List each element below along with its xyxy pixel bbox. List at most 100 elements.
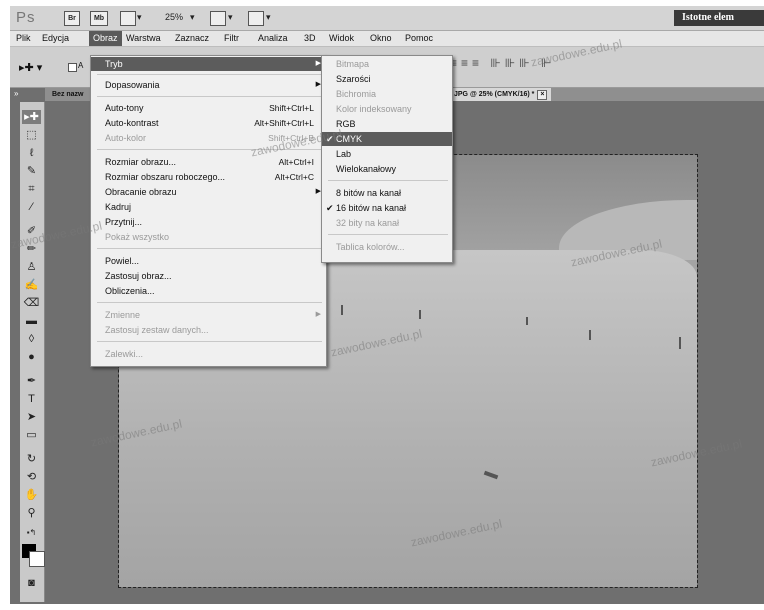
menu-item-przytnij[interactable]: Przytnij... bbox=[91, 215, 326, 229]
menu-warstwa[interactable]: Warstwa bbox=[126, 31, 161, 46]
menu-separator bbox=[97, 248, 322, 249]
menu-pomoc[interactable]: Pomoc bbox=[405, 31, 433, 46]
submenu-arrow-icon: ▶ bbox=[315, 311, 321, 318]
arrange-chevron-icon[interactable]: ▾ bbox=[228, 12, 233, 23]
menu-separator bbox=[97, 341, 322, 342]
document-tab-untitled[interactable]: Bez nazw bbox=[52, 88, 84, 101]
menu-okno[interactable]: Okno bbox=[370, 31, 392, 46]
menu-item-pokaz-wszystko: Pokaż wszystko bbox=[105, 232, 170, 242]
menu-separator bbox=[97, 74, 322, 75]
tryb-submenu: Bitmapa Szarości Bichromia Kolor indekso… bbox=[321, 55, 453, 263]
menu-edycja[interactable]: Edycja bbox=[42, 31, 69, 46]
dodge-tool-icon[interactable]: ● bbox=[22, 350, 41, 364]
menu-item-dopasowania[interactable]: Dopasowania ▶ bbox=[91, 78, 326, 92]
gradient-tool-icon[interactable]: ▬ bbox=[22, 314, 41, 328]
quick-selection-tool-icon[interactable]: ✎ bbox=[22, 164, 41, 178]
document-tab-active[interactable]: JPG @ 25% (CMYK/16) * × bbox=[450, 88, 552, 101]
zoom-chevron-icon[interactable]: ▾ bbox=[190, 12, 195, 23]
menu-widok[interactable]: Widok bbox=[329, 31, 354, 46]
menu-3d[interactable]: 3D bbox=[304, 31, 316, 46]
close-tab-icon[interactable]: × bbox=[537, 90, 548, 100]
menu-item-auto-tony[interactable]: Auto-tony Shift+Ctrl+L bbox=[91, 101, 326, 115]
auto-select-label: A bbox=[78, 61, 84, 70]
menu-separator bbox=[97, 96, 322, 97]
menu-plik[interactable]: Plik bbox=[16, 31, 31, 46]
crop-tool-icon[interactable]: ⌗ bbox=[22, 182, 41, 196]
path-selection-tool-icon[interactable]: ➤ bbox=[22, 410, 41, 424]
mini-bridge-button[interactable]: Mb bbox=[90, 11, 108, 26]
3d-rotate-tool-icon[interactable]: ↻ bbox=[22, 452, 41, 466]
3d-orbit-tool-icon[interactable]: ⟲ bbox=[22, 470, 41, 484]
menu-item-zastosuj-zestaw-danych: Zastosuj zestaw danych... bbox=[105, 325, 209, 335]
screen-mode-chevron-icon[interactable]: ▾ bbox=[266, 12, 271, 23]
menu-item-powiel[interactable]: Powiel... bbox=[91, 254, 326, 268]
menu-item-rozmiar-obszaru-roboczego[interactable]: Rozmiar obszaru roboczego... Alt+Ctrl+C bbox=[91, 170, 326, 184]
collapse-panels-icon[interactable]: » bbox=[14, 89, 18, 98]
menu-separator bbox=[328, 234, 448, 235]
image-fence-post bbox=[419, 310, 421, 319]
hand-tool-icon[interactable]: ✋ bbox=[22, 488, 41, 502]
menu-bar: Plik Edycja Obraz Warstwa Zaznacz Filtr … bbox=[10, 31, 764, 47]
menu-obraz[interactable]: Obraz bbox=[89, 31, 122, 46]
blur-tool-icon[interactable]: ◊ bbox=[22, 332, 41, 346]
menu-item-rozmiar-obrazu[interactable]: Rozmiar obrazu... Alt+Ctrl+I bbox=[91, 155, 326, 169]
photoshop-window: Ps Br Mb ▾ 25% ▾ ▾ ▾ Istotne elem Plik E… bbox=[10, 6, 764, 604]
move-tool-preset-icon[interactable]: ▸✚ ▾ bbox=[19, 61, 42, 74]
depth-16-bit[interactable]: ✔ 16 bitów na kanał bbox=[322, 201, 452, 215]
zoom-tool-icon[interactable]: ⚲ bbox=[22, 506, 41, 520]
menu-item-tryb[interactable]: Tryb ▶ bbox=[91, 57, 326, 71]
image-fence-post bbox=[589, 330, 591, 340]
zoom-level[interactable]: 25% bbox=[165, 12, 183, 22]
menu-analiza[interactable]: Analiza bbox=[258, 31, 288, 46]
arrange-documents-button[interactable] bbox=[210, 11, 226, 26]
view-extras-chevron-icon[interactable]: ▾ bbox=[137, 12, 142, 23]
menu-zaznacz[interactable]: Zaznacz bbox=[175, 31, 209, 46]
obraz-menu: Tryb ▶ Dopasowania ▶ Auto-tony Shift+Ctrl+L… bbox=[90, 55, 327, 367]
screen-mode-button[interactable] bbox=[248, 11, 264, 26]
mode-bitmapa: Bitmapa bbox=[336, 59, 370, 69]
quick-mask-icon[interactable]: ◙ bbox=[22, 576, 41, 590]
default-colors-icon[interactable]: ▪↰ bbox=[22, 526, 41, 540]
type-tool-icon[interactable]: T bbox=[22, 392, 41, 406]
tools-panel: ▸✚ ⬚ ℓ ✎ ⌗ ⁄ ✐ ✏ ♙ ✍ ⌫ ▬ ◊ ● ✒ T ➤ ▭ ↻ ⟲… bbox=[20, 102, 45, 602]
menu-item-zmienne: Zmienne ▶ bbox=[105, 310, 321, 320]
application-bar: Ps Br Mb ▾ 25% ▾ ▾ ▾ Istotne elem bbox=[10, 6, 764, 31]
menu-item-obracanie-obrazu[interactable]: Obracanie obrazu ▶ bbox=[91, 185, 326, 199]
workspace-switcher[interactable]: Istotne elem bbox=[674, 10, 764, 26]
mode-kolor-indeksowany: Kolor indeksowany bbox=[336, 104, 412, 114]
image-fence-post bbox=[341, 305, 343, 315]
document-tab-title: JPG @ 25% (CMYK/16) * bbox=[454, 91, 535, 98]
rectangle-tool-icon[interactable]: ▭ bbox=[22, 428, 41, 442]
move-tool-icon[interactable]: ▸✚ bbox=[22, 110, 41, 124]
clone-stamp-tool-icon[interactable]: ♙ bbox=[22, 260, 41, 274]
mode-szarosci[interactable]: Szarości bbox=[322, 72, 452, 86]
mode-lab[interactable]: Lab bbox=[322, 147, 452, 161]
background-color-swatch[interactable] bbox=[29, 551, 45, 567]
pen-tool-icon[interactable]: ✒ bbox=[22, 374, 41, 388]
menu-item-auto-kontrast[interactable]: Auto-kontrast Alt+Shift+Ctrl+L bbox=[91, 116, 326, 130]
mode-tablica-kolorow: Tablica kolorów... bbox=[336, 242, 405, 252]
mode-bichromia: Bichromia bbox=[336, 89, 377, 99]
photoshop-logo: Ps bbox=[16, 9, 36, 26]
marquee-tool-icon[interactable]: ⬚ bbox=[22, 128, 41, 142]
history-brush-tool-icon[interactable]: ✍ bbox=[22, 278, 41, 292]
eraser-tool-icon[interactable]: ⌫ bbox=[22, 296, 41, 310]
menu-item-kadruj[interactable]: Kadruj bbox=[91, 200, 326, 214]
bridge-button[interactable]: Br bbox=[64, 11, 80, 26]
image-fence-post bbox=[679, 337, 681, 349]
image-person bbox=[526, 317, 528, 325]
mode-wielokanalowy[interactable]: Wielokanałowy bbox=[322, 162, 452, 176]
depth-32-bit: 32 bity na kanał bbox=[336, 218, 400, 228]
depth-8-bit[interactable]: 8 bitów na kanał bbox=[322, 186, 452, 200]
mode-rgb[interactable]: RGB bbox=[322, 117, 452, 131]
menu-separator bbox=[328, 180, 448, 181]
menu-item-zalewki: Zalewki... bbox=[105, 349, 144, 359]
eyedropper-tool-icon[interactable]: ⁄ bbox=[22, 200, 41, 214]
menu-item-obliczenia[interactable]: Obliczenia... bbox=[91, 284, 326, 298]
lasso-tool-icon[interactable]: ℓ bbox=[22, 146, 41, 160]
menu-separator bbox=[97, 302, 322, 303]
view-extras-button[interactable] bbox=[120, 11, 136, 26]
menu-filtr[interactable]: Filtr bbox=[224, 31, 239, 46]
auto-select-checkbox[interactable] bbox=[68, 63, 77, 72]
menu-item-zastosuj-obraz[interactable]: Zastosuj obraz... bbox=[91, 269, 326, 283]
